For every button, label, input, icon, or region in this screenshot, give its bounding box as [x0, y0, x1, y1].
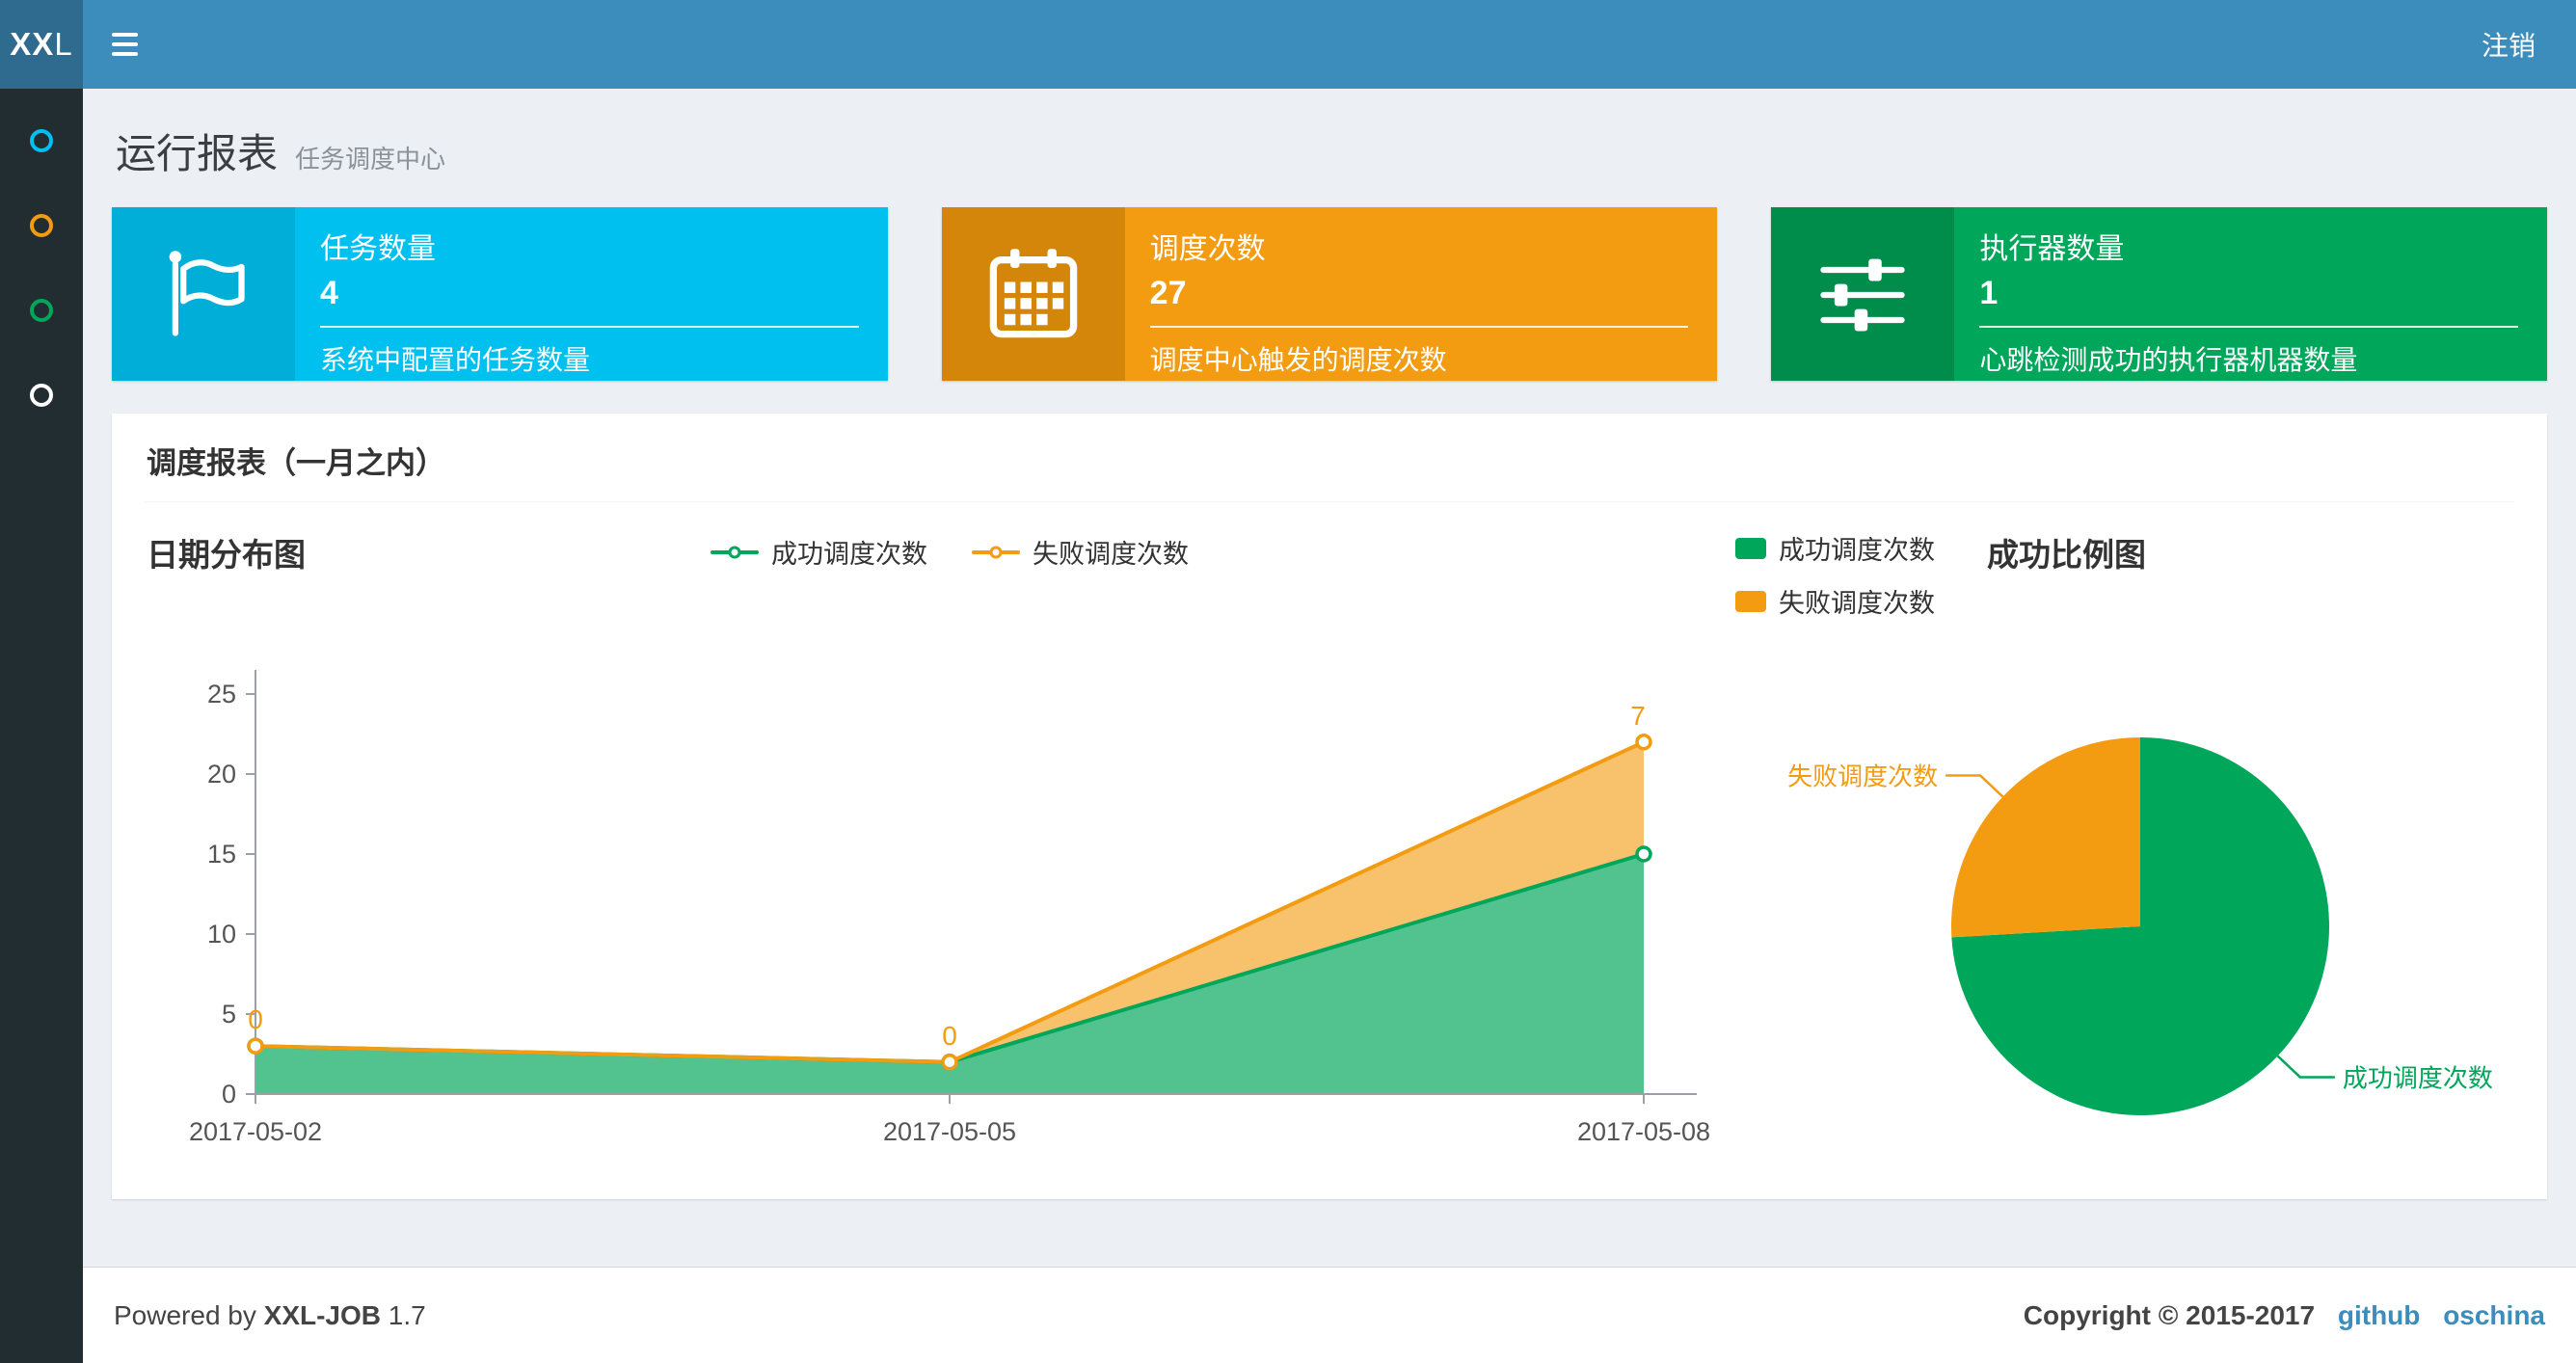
calendar-icon [941, 207, 1125, 381]
date-distribution-section: 日期分布图 成功调度次数 失败调度次数 0 5 10 15 20 25 2017… [145, 525, 1735, 1176]
info-box-value: 27 [1149, 275, 1187, 311]
page-title: 运行报表 [116, 131, 279, 176]
navbar-right-area: 注销 [83, 0, 2576, 89]
page-subtitle: 任务调度中心 [295, 145, 446, 174]
product-version: 1.7 [388, 1299, 426, 1330]
github-link[interactable]: github [2338, 1300, 2421, 1330]
legend-item-success[interactable]: 成功调度次数 [711, 533, 927, 571]
app-logo-text-light: L [54, 26, 73, 62]
main-content: 运行报表 任务调度中心 任务数量 4 系统中配置的任务数量 调度次数 27 调度… [83, 89, 2576, 1267]
info-box-row: 任务数量 4 系统中配置的任务数量 调度次数 27 调度中心触发的调度次数 执行… [112, 207, 2548, 381]
date-distribution-chart: 05101520252017-05-02 2017-05-05 2017-05-08… [189, 670, 1710, 1146]
hamburger-icon [111, 33, 138, 37]
pie-chart-legend: 成功调度次数 失败调度次数 [1735, 529, 1935, 620]
sidebar-item-report[interactable] [0, 129, 83, 214]
circle-icon [30, 299, 53, 322]
legend-item-fail[interactable]: 失败调度次数 [972, 533, 1189, 571]
page-header: 运行报表 任务调度中心 [116, 121, 2543, 180]
svg-text:0: 0 [248, 1004, 263, 1034]
info-box-description: 调度中心触发的调度次数 [1149, 345, 1447, 375]
pie-chart-header: 成功调度次数 失败调度次数 成功比例图 [1735, 525, 2514, 620]
info-box-jobs: 任务数量 4 系统中配置的任务数量 [112, 207, 888, 381]
info-box-description: 心跳检测成功的执行器机器数量 [1979, 345, 2358, 375]
sidebar-collapsed [0, 89, 83, 1363]
app-logo[interactable]: XX L [0, 0, 83, 89]
info-box-title: 执行器数量 [1979, 233, 2125, 265]
svg-text:2017-05-02: 2017-05-02 [189, 1117, 322, 1146]
hamburger-icon [111, 42, 138, 46]
success-ratio-pie-chart: 成功调度次数 失败调度次数 [1787, 737, 2493, 1115]
powered-by-text: Powered by XXL-JOB 1.7 [114, 1299, 426, 1330]
charts-row: 日期分布图 成功调度次数 失败调度次数 0 5 10 15 20 25 2017… [145, 525, 2514, 1176]
circle-icon [30, 129, 53, 152]
svg-text:0: 0 [222, 1080, 236, 1109]
hamburger-icon [111, 52, 138, 56]
panel-title: 调度报表（一月之内） [145, 439, 2514, 502]
svg-text:10: 10 [207, 920, 236, 949]
sliders-icon [1771, 207, 1955, 381]
svg-text:2017-05-05: 2017-05-05 [883, 1117, 1016, 1146]
svg-text:5: 5 [222, 1000, 236, 1029]
svg-text:2017-05-08: 2017-05-08 [1577, 1117, 1710, 1146]
page-footer: Powered by XXL-JOB 1.7 Copyright © 2015-… [83, 1267, 2576, 1363]
line-chart-title: 日期分布图 [147, 537, 306, 573]
svg-text:25: 25 [207, 680, 236, 708]
divider [1979, 326, 2519, 328]
legend-label: 失败调度次数 [1779, 589, 1935, 618]
legend-swatch-icon [1735, 537, 1766, 559]
info-box-body: 调度次数 27 调度中心触发的调度次数 [1125, 207, 1718, 381]
sidebar-toggle-button[interactable] [83, 0, 166, 89]
top-navbar: XX L 注销 [0, 0, 2576, 89]
legend-item-success[interactable]: 成功调度次数 [1735, 529, 1935, 567]
product-name: XXL-JOB [263, 1299, 382, 1330]
info-box-description: 系统中配置的任务数量 [320, 345, 591, 375]
info-box-body: 执行器数量 1 心跳检测成功的执行器机器数量 [1954, 207, 2547, 381]
info-box-title: 调度次数 [1149, 233, 1266, 265]
info-box-value: 4 [320, 275, 338, 311]
oschina-link[interactable]: oschina [2443, 1300, 2545, 1330]
info-box-triggers: 调度次数 27 调度中心触发的调度次数 [941, 207, 1718, 381]
sidebar-item-schedule[interactable] [0, 214, 83, 299]
legend-label: 成功调度次数 [771, 540, 927, 569]
circle-icon [30, 214, 53, 237]
svg-text:7: 7 [1630, 701, 1646, 731]
circle-icon [30, 384, 53, 407]
line-chart-legend: 成功调度次数 失败调度次数 [711, 533, 1189, 571]
svg-text:15: 15 [207, 840, 236, 869]
schedule-report-panel: 调度报表（一月之内） 日期分布图 成功调度次数 失败调度次数 0 5 10 15… [112, 414, 2547, 1199]
line-series-marker-icon [711, 545, 759, 560]
app-logo-text-bold: XX [10, 26, 55, 62]
chart-header: 日期分布图 成功调度次数 失败调度次数 [145, 525, 1735, 593]
success-ratio-section: 成功调度次数 失败调度次数 成功比例图 成功调度次数 失败调度次数 [1735, 525, 2514, 1176]
flag-icon [112, 207, 295, 381]
svg-text:失败调度次数: 失败调度次数 [1787, 762, 1938, 791]
divider [320, 326, 859, 328]
line-series-marker-icon [972, 545, 1020, 560]
svg-text:0: 0 [942, 1021, 957, 1051]
sidebar-item-executor[interactable] [0, 384, 83, 468]
legend-label: 失败调度次数 [1033, 540, 1189, 569]
logout-link[interactable]: 注销 [2441, 0, 2576, 89]
pie-chart-title: 成功比例图 [1987, 537, 2146, 573]
legend-item-fail[interactable]: 失败调度次数 [1735, 582, 1935, 620]
legend-label: 成功调度次数 [1779, 536, 1935, 565]
sidebar-item-log[interactable] [0, 299, 83, 384]
divider [1149, 326, 1689, 328]
copyright-area: Copyright © 2015-2017 github oschina [2024, 1300, 2545, 1331]
info-box-value: 1 [1979, 275, 1999, 311]
info-box-title: 任务数量 [320, 233, 436, 265]
copyright-text: Copyright © 2015-2017 [2023, 1299, 2316, 1330]
info-box-executors: 执行器数量 1 心跳检测成功的执行器机器数量 [1771, 207, 2548, 381]
info-box-body: 任务数量 4 系统中配置的任务数量 [295, 207, 888, 381]
svg-text:20: 20 [207, 760, 236, 788]
svg-text:成功调度次数: 成功调度次数 [2343, 1063, 2493, 1092]
legend-swatch-icon [1735, 590, 1766, 612]
